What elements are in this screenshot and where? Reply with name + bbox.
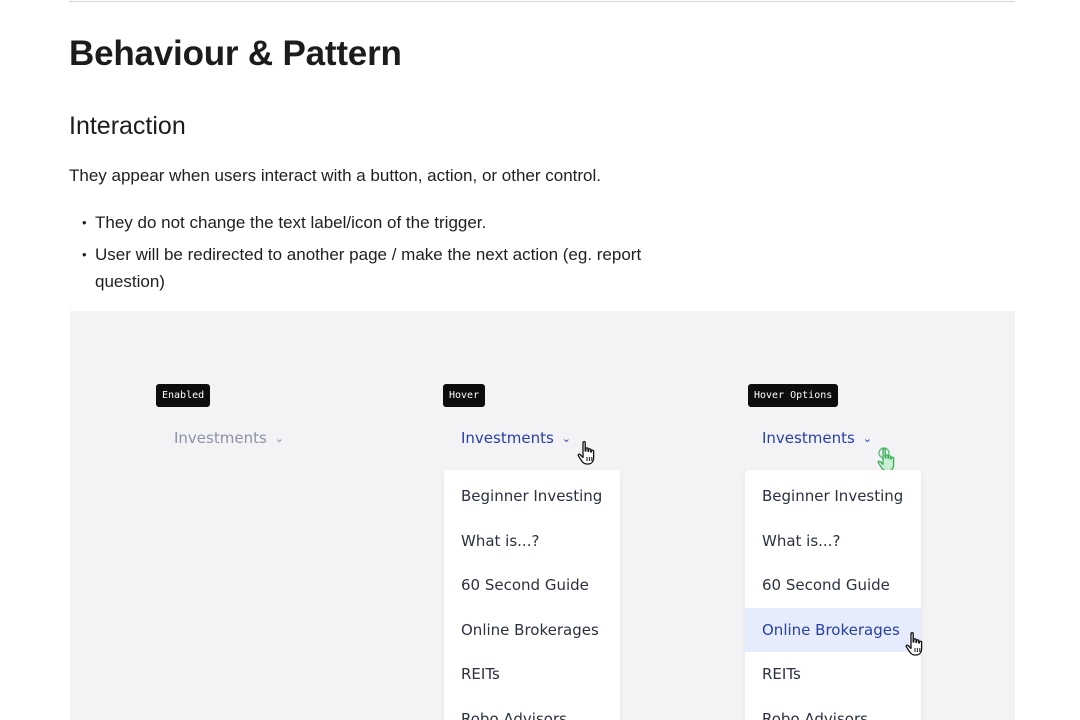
divider [69, 1, 1015, 2]
menu-item[interactable]: 60 Second Guide [444, 563, 620, 608]
state-tag-enabled: Enabled [156, 384, 211, 407]
bullet-dot: • [82, 215, 87, 230]
hand-pointer-icon [905, 632, 923, 656]
bullet-dot: • [82, 247, 87, 262]
menu-item[interactable]: Beginner Investing [745, 474, 921, 519]
dropdown-menu-hover-options: Beginner Investing What is...? 60 Second… [745, 470, 921, 720]
bullet-item: • User will be redirected to another pag… [82, 241, 642, 295]
trigger-label: Investments [762, 429, 855, 447]
dropdown-trigger-enabled[interactable]: Investments ⌄ [174, 428, 284, 449]
menu-item[interactable]: What is...? [444, 519, 620, 564]
menu-item[interactable]: What is...? [745, 519, 921, 564]
chevron-down-icon: ⌄ [274, 432, 284, 445]
dropdown-menu-hover: Beginner Investing What is...? 60 Second… [444, 470, 620, 720]
bullet-text: They do not change the text label/icon o… [95, 213, 487, 232]
menu-item[interactable]: Robo Advisors [444, 697, 620, 720]
section-title: Interaction [69, 112, 186, 140]
menu-item-active[interactable]: Online Brokerages [745, 607, 921, 652]
menu-item[interactable]: REITs [444, 652, 620, 697]
state-tag-hover-options: Hover Options [748, 384, 839, 407]
menu-item[interactable]: Beginner Investing [444, 474, 620, 519]
hand-pointer-icon [577, 441, 595, 465]
chevron-down-icon: ⌄ [561, 432, 571, 445]
dropdown-trigger-hover[interactable]: Investments ⌄ [461, 428, 571, 449]
menu-item[interactable]: REITs [745, 652, 921, 697]
menu-list: Beginner Investing What is...? 60 Second… [745, 470, 921, 720]
menu-item[interactable]: Online Brokerages [444, 608, 620, 653]
menu-list: Beginner Investing What is...? 60 Second… [444, 470, 620, 720]
menu-item[interactable]: 60 Second Guide [745, 563, 921, 608]
intro-text: They appear when users interact with a b… [69, 166, 602, 185]
trigger-label: Investments [174, 429, 267, 447]
bullet-text: User will be redirected to another page … [95, 245, 642, 291]
chevron-down-icon: ⌄ [862, 432, 872, 445]
trigger-label: Investments [461, 429, 554, 447]
state-tag-hover: Hover [443, 384, 486, 407]
bullet-item: • They do not change the text label/icon… [82, 209, 642, 236]
demo-panel: Enabled Investments ⌄ Hover Investments ⌄ … [70, 311, 1015, 720]
dropdown-trigger-hover-options[interactable]: Investments ⌄ [762, 428, 872, 449]
menu-item[interactable]: Robo Advisors [745, 697, 921, 720]
page-title: Behaviour & Pattern [69, 34, 402, 73]
documentation-page: Behaviour & Pattern Interaction They app… [0, 0, 1080, 720]
bullet-list: • They do not change the text label/icon… [82, 209, 642, 300]
